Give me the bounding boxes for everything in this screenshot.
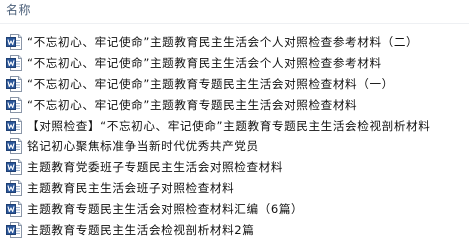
word-document-icon [6, 96, 22, 113]
file-name: “不忘初心、牢记使命”主题教育专题民主生活会对照检查材料 [27, 97, 358, 112]
file-row[interactable]: “不忘初心、牢记使命”主题教育民主生活会个人对照检查参考材料 [0, 53, 469, 74]
file-name: 主题教育专题民主生活会对照检查材料汇编（6篇） [27, 201, 304, 216]
word-document-icon [6, 138, 22, 155]
file-row[interactable]: “不忘初心、牢记使命”主题教育专题民主生活会对照检查材料（一） [0, 74, 469, 95]
word-document-icon [6, 221, 22, 238]
file-row[interactable]: “不忘初心、牢记使命”主题教育民主生活会个人对照检查参考材料（二） [0, 32, 469, 53]
file-name: 主题教育民主生活会班子对照检查材料 [27, 180, 235, 195]
word-document-icon [6, 159, 22, 176]
word-document-icon [6, 75, 22, 92]
file-name: 主题教育专题民主生活会检视剖析材料2篇 [27, 222, 255, 237]
file-list: “不忘初心、牢记使命”主题教育民主生活会个人对照检查参考材料（二） “不忘初心、… [0, 32, 469, 240]
file-name: “不忘初心、牢记使命”主题教育民主生活会个人对照检查参考材料 [27, 56, 382, 71]
word-document-icon [6, 200, 22, 217]
file-name: 铭记初心聚焦标准争当新时代优秀共产党员 [27, 139, 259, 154]
file-name: 【对照检查】“不忘初心、牢记使命”主题教育专题民主生活会检视剖析材料 [27, 118, 431, 133]
file-name: “不忘初心、牢记使命”主题教育专题民主生活会对照检查材料（一） [27, 76, 394, 91]
file-row[interactable]: 主题教育专题民主生活会检视剖析材料2篇 [0, 219, 469, 240]
word-document-icon [6, 55, 22, 72]
file-row[interactable]: 主题教育专题民主生活会对照检查材料汇编（6篇） [0, 198, 469, 219]
file-row[interactable]: 主题教育民主生活会班子对照检查材料 [0, 178, 469, 199]
word-document-icon [6, 179, 22, 196]
file-row[interactable]: “不忘初心、牢记使命”主题教育专题民主生活会对照检查材料 [0, 94, 469, 115]
header-divider [0, 23, 469, 24]
file-row[interactable]: 【对照检查】“不忘初心、牢记使命”主题教育专题民主生活会检视剖析材料 [0, 115, 469, 136]
word-document-icon [6, 117, 22, 134]
file-row[interactable]: 主题教育党委班子专题民主生活会对照检查材料 [0, 157, 469, 178]
word-document-icon [6, 34, 22, 51]
file-row[interactable]: 铭记初心聚焦标准争当新时代优秀共产党员 [0, 136, 469, 157]
file-name: “不忘初心、牢记使命”主题教育民主生活会个人对照检查参考材料（二） [27, 35, 419, 50]
file-explorer: 名称 “不忘初心、牢记使命”主题教育民主生活会个人对照检查参考材料（二） “不忘… [0, 0, 469, 243]
file-name: 主题教育党委班子专题民主生活会对照检查材料 [27, 160, 284, 175]
name-column-header[interactable]: 名称 [6, 1, 31, 19]
